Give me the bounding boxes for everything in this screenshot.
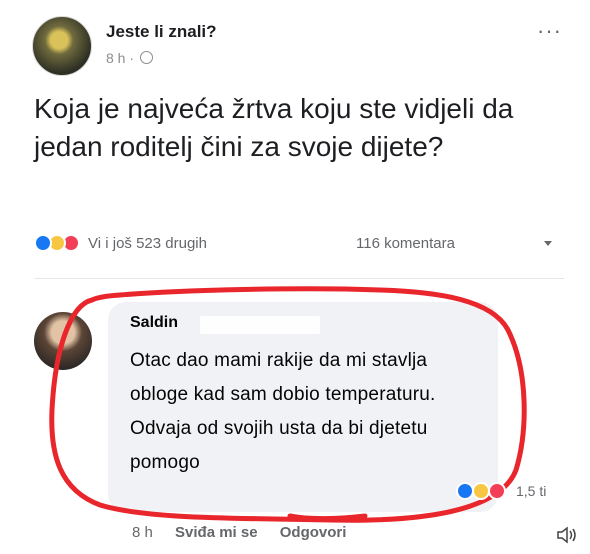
page-avatar[interactable] <box>32 16 92 76</box>
post-meta: 8 h · <box>106 50 153 66</box>
post-reactions-row: Vi i još 523 drugih 116 komentara <box>34 232 564 256</box>
commenter-avatar[interactable] <box>34 312 92 370</box>
divider <box>34 278 564 279</box>
like-reaction-icon <box>456 482 474 500</box>
comment-bubble: Saldin Otac dao mami rakije da mi stavlj… <box>108 302 498 512</box>
post-time[interactable]: 8 h · <box>106 50 134 66</box>
comment-actions: 8 h Sviđa mi se Odgovori <box>132 524 364 541</box>
caret-down-icon[interactable] <box>544 241 552 246</box>
post-text: Koja je najveća žrtva koju ste vidjeli d… <box>34 93 514 162</box>
haha-reaction-icon <box>472 482 490 500</box>
reply-button[interactable]: Odgovori <box>280 524 347 541</box>
like-reaction-icon[interactable] <box>34 234 52 252</box>
comment-text: Otac dao mami rakije da mi stavlja oblog… <box>130 350 436 473</box>
more-icon[interactable]: ··· <box>537 20 562 42</box>
page-name[interactable]: Jeste li znali? <box>106 22 217 42</box>
redacted-name-area <box>200 316 320 334</box>
comment-reactions[interactable]: 1,5 ti <box>456 480 566 504</box>
commenter-name[interactable]: Saldin <box>130 314 178 332</box>
globe-icon <box>139 51 153 64</box>
comment-reactions-count: 1,5 ti <box>516 483 547 499</box>
speaker-icon[interactable] <box>556 526 578 544</box>
comment-time[interactable]: 8 h <box>132 524 153 541</box>
like-button[interactable]: Sviđa mi se <box>175 524 258 541</box>
reactions-summary[interactable]: Vi i još 523 drugih <box>88 235 207 252</box>
comments-count[interactable]: 116 komentara <box>356 235 455 252</box>
post-header: Jeste li znali? 8 h · ··· <box>32 16 572 78</box>
love-reaction-icon <box>488 482 506 500</box>
